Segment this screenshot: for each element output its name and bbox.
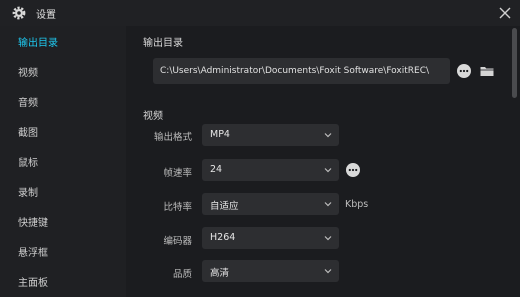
sidebar-item-label: 悬浮框 <box>18 248 48 259</box>
output-format-value: MP4 <box>210 129 230 140</box>
output-format-label: 输出格式 <box>153 132 192 143</box>
sidebar-item-video[interactable]: 视频 <box>0 56 126 84</box>
video-section-title: 视频 <box>143 111 163 122</box>
sidebar-item-label: 截图 <box>18 128 38 139</box>
quality-value: 高清 <box>210 268 230 279</box>
quality-select[interactable]: 高清 <box>202 260 339 282</box>
bitrate-unit: Kbps <box>345 199 369 210</box>
sidebar-item-hotkeys[interactable]: 快捷键 <box>0 206 126 234</box>
frame-rate-label: 帧速率 <box>163 168 192 179</box>
scrollbar[interactable] <box>512 28 517 98</box>
chevron-down-icon <box>324 269 332 274</box>
chevron-down-icon <box>324 202 332 207</box>
quality-label: 品质 <box>172 269 192 280</box>
bitrate-label: 比特率 <box>163 202 192 213</box>
output-format-select[interactable]: MP4 <box>202 124 339 146</box>
gear-icon <box>12 6 26 20</box>
chevron-down-icon <box>324 168 332 173</box>
output-path-value: C:\Users\Administrator\Documents\Foxit S… <box>160 66 430 76</box>
window-title: 设置 <box>36 10 56 21</box>
chevron-down-icon <box>324 236 332 241</box>
bitrate-value: 自适应 <box>210 201 239 212</box>
sidebar-item-label: 鼠标 <box>18 158 38 169</box>
sidebar-item-label: 输出目录 <box>18 38 58 49</box>
sidebar-item-label: 录制 <box>18 188 38 199</box>
encoder-label: 编码器 <box>163 236 192 247</box>
folder-icon[interactable] <box>479 63 495 79</box>
more-options-icon[interactable] <box>345 162 361 178</box>
output-section-title: 输出目录 <box>143 38 183 49</box>
more-options-icon[interactable] <box>456 63 472 79</box>
sidebar: 输出目录 视频 音频 截图 鼠标 录制 快捷键 悬浮框 主面板 <box>0 26 126 297</box>
sidebar-item-main-panel[interactable]: 主面板 <box>0 266 126 294</box>
encoder-value: H264 <box>210 232 236 243</box>
sidebar-item-label: 快捷键 <box>18 218 48 229</box>
bitrate-select[interactable]: 自适应 <box>202 193 339 215</box>
sidebar-item-output-dir[interactable]: 输出目录 <box>0 26 126 54</box>
close-icon[interactable] <box>497 5 513 21</box>
sidebar-item-record[interactable]: 录制 <box>0 176 126 204</box>
sidebar-item-label: 视频 <box>18 68 38 79</box>
output-path-field[interactable]: C:\Users\Administrator\Documents\Foxit S… <box>153 58 450 84</box>
chevron-down-icon <box>324 133 332 138</box>
encoder-select[interactable]: H264 <box>202 227 339 249</box>
sidebar-item-audio[interactable]: 音频 <box>0 86 126 114</box>
frame-rate-select[interactable]: 24 <box>202 159 339 181</box>
sidebar-item-label: 音频 <box>18 98 38 109</box>
frame-rate-value: 24 <box>210 164 223 175</box>
sidebar-item-screenshot[interactable]: 截图 <box>0 116 126 144</box>
sidebar-item-label: 主面板 <box>18 278 48 289</box>
title-bar: 设置 <box>0 0 520 26</box>
sidebar-item-mouse[interactable]: 鼠标 <box>0 146 126 174</box>
sidebar-item-floating[interactable]: 悬浮框 <box>0 236 126 264</box>
